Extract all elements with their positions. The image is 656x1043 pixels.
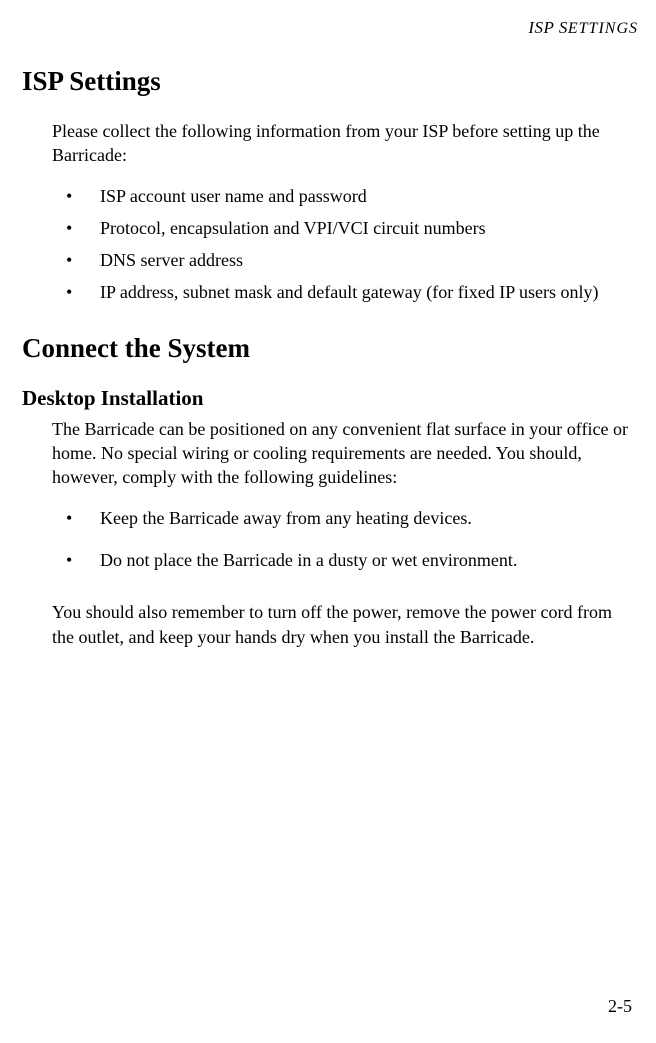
- section2-outro: You should also remember to turn off the…: [52, 600, 634, 649]
- list-item: IP address, subnet mask and default gate…: [52, 280, 634, 304]
- section-title-isp-settings: ISP Settings: [22, 66, 634, 97]
- section2-bullets: Keep the Barricade away from any heating…: [52, 506, 634, 573]
- running-header-prefix: ISP S: [528, 18, 568, 37]
- section1-body: Please collect the following information…: [52, 119, 634, 305]
- running-header-tail: ETTINGS: [568, 20, 638, 37]
- list-item: Keep the Barricade away from any heating…: [52, 506, 634, 530]
- list-item: Protocol, encapsulation and VPI/VCI circ…: [52, 216, 634, 240]
- page-number: 2-5: [608, 996, 632, 1017]
- list-item: ISP account user name and password: [52, 184, 634, 208]
- section-title-connect-system: Connect the System: [22, 333, 634, 364]
- running-header: ISP SETTINGS: [22, 18, 638, 38]
- subsection-title-desktop-installation: Desktop Installation: [22, 386, 634, 411]
- section2-body: The Barricade can be positioned on any c…: [52, 417, 634, 649]
- section2-intro: The Barricade can be positioned on any c…: [52, 417, 634, 490]
- list-item: DNS server address: [52, 248, 634, 272]
- page: ISP SETTINGS ISP Settings Please collect…: [0, 0, 656, 1043]
- list-item: Do not place the Barricade in a dusty or…: [52, 548, 634, 572]
- section1-intro: Please collect the following information…: [52, 119, 634, 168]
- section1-bullets: ISP account user name and password Proto…: [52, 184, 634, 305]
